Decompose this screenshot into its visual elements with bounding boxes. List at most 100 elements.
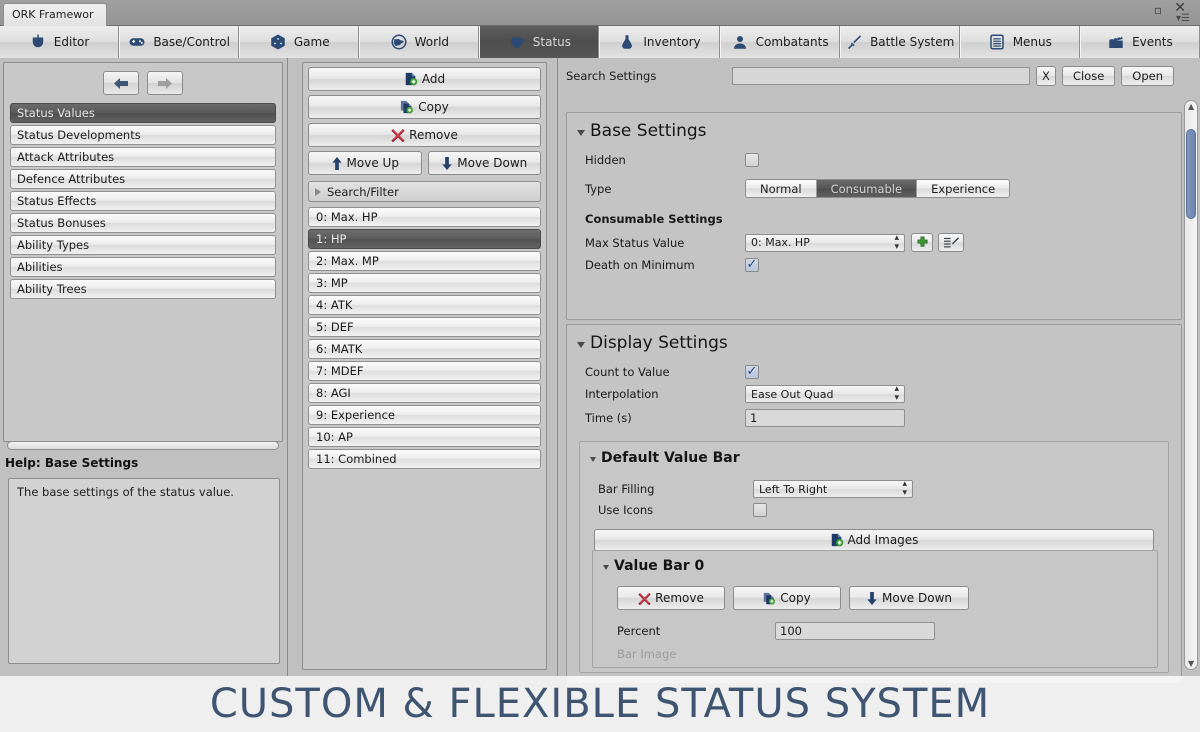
type-option-experience[interactable]: Experience [917, 180, 1010, 197]
triangle-down-icon[interactable] [577, 129, 585, 136]
list-item-label: 10: AP [316, 430, 353, 444]
count-to-value-checkbox[interactable]: ✓ [745, 365, 759, 379]
back-button[interactable] [103, 71, 139, 95]
bar-filling-selected: Left To Right [759, 482, 828, 496]
list-item[interactable]: 0: Max. HP [308, 207, 541, 227]
tab-inventory[interactable]: Inventory [599, 26, 720, 58]
interpolation-dropdown[interactable]: Ease Out Quad ▴ ▾ [745, 385, 905, 403]
open-button[interactable]: Open [1121, 66, 1174, 86]
remove-x-icon [391, 129, 405, 142]
sidebar-item-label: Defence Attributes [17, 172, 126, 186]
tab-battle-system[interactable]: Battle System [839, 26, 960, 58]
sidebar-item-status-developments[interactable]: Status Developments [10, 125, 276, 145]
list-item[interactable]: 7: MDEF [308, 361, 541, 381]
use-icons-label: Use Icons [598, 503, 654, 517]
time-input[interactable]: 1 [745, 409, 905, 427]
list-item-label: 8: AGI [316, 386, 351, 400]
type-label: Type [585, 181, 612, 196]
chevron-updown-icon: ▴ ▾ [894, 384, 899, 403]
add-button[interactable]: Add [308, 67, 541, 91]
remove-button[interactable]: Remove [308, 123, 541, 147]
tab-status[interactable]: Status [479, 26, 600, 58]
tab-events[interactable]: Events [1079, 26, 1200, 58]
tab-base-control[interactable]: Base/Control [119, 26, 240, 58]
list-item[interactable]: 6: MATK [308, 339, 541, 359]
window-menu-icon[interactable]: ▾☰ [1176, 13, 1190, 24]
right-scrollbar[interactable]: ▲ ▼ [1184, 100, 1198, 670]
list-item[interactable]: 10: AP [308, 427, 541, 447]
display-settings-title-row[interactable]: Display Settings [577, 333, 1181, 353]
value-bar-copy-button[interactable]: Copy [733, 586, 841, 610]
search-filter-toggle[interactable]: Search/Filter [308, 181, 541, 202]
default-value-bar-section: Default Value Bar Bar Filling Left To Ri… [579, 441, 1169, 673]
hidden-checkbox[interactable] [745, 153, 759, 167]
list-item[interactable]: 9: Experience [308, 405, 541, 425]
flask-icon [622, 35, 633, 49]
sidebar-item-status-effects[interactable]: Status Effects [10, 191, 276, 211]
list-item[interactable]: 1: HP [308, 229, 541, 249]
clapperboard-icon [1109, 35, 1123, 48]
tab-world[interactable]: World [359, 26, 480, 58]
add-status-value-button[interactable] [911, 233, 933, 252]
max-status-value-dropdown[interactable]: 0: Max. HP ▴ ▾ [745, 233, 905, 252]
tab-game[interactable]: Game [239, 26, 360, 58]
sidebar-item-defence-attributes[interactable]: Defence Attributes [10, 169, 276, 189]
window-tab-ork-framework[interactable]: ORK Framewor [3, 3, 107, 26]
scroll-down-icon[interactable]: ▼ [1188, 659, 1194, 668]
arrow-up-icon [331, 156, 342, 170]
sidebar-item-ability-types[interactable]: Ability Types [10, 235, 276, 255]
tab-menus[interactable]: Menus [959, 26, 1080, 58]
status-values-list-panel: Add Copy Remove Move Up Move Down Search… [302, 62, 547, 670]
type-option-consumable[interactable]: Consumable [816, 180, 918, 197]
copy-button[interactable]: Copy [308, 95, 541, 119]
sidebar-item-attack-attributes[interactable]: Attack Attributes [10, 147, 276, 167]
use-icons-checkbox[interactable] [753, 503, 767, 517]
move-up-button[interactable]: Move Up [308, 151, 422, 175]
forward-button[interactable] [147, 71, 183, 95]
move-down-button[interactable]: Move Down [427, 151, 541, 175]
tab-editor[interactable]: Editor [0, 26, 120, 58]
triangle-down-icon[interactable] [603, 565, 609, 570]
value-bar-remove-button[interactable]: Remove [617, 586, 725, 610]
tab-combatants[interactable]: Combatants [719, 26, 840, 58]
search-settings-input[interactable] [732, 67, 1030, 85]
scrollbar-thumb[interactable] [1186, 129, 1196, 219]
base-settings-title-row[interactable]: Base Settings [577, 121, 1181, 141]
sidebar-item-status-values[interactable]: Status Values [10, 103, 276, 123]
value-bar-0-title: Value Bar 0 [614, 558, 705, 574]
list-item[interactable]: 8: AGI [308, 383, 541, 403]
close-button[interactable]: Close [1061, 66, 1116, 86]
list-item[interactable]: 4: ATK [308, 295, 541, 315]
sidebar-item-label: Attack Attributes [17, 150, 115, 164]
hidden-row: Hidden [585, 153, 1181, 167]
sidebar-item-status-bonuses[interactable]: Status Bonuses [10, 213, 276, 233]
type-option-normal[interactable]: Normal [746, 180, 817, 197]
base-settings-title: Base Settings [590, 121, 707, 141]
edit-status-value-button[interactable] [938, 233, 964, 252]
sidebar-item-abilities[interactable]: Abilities [10, 257, 276, 277]
percent-input[interactable]: 100 [775, 622, 935, 640]
death-on-minimum-checkbox[interactable]: ✓ [745, 258, 759, 272]
bar-filling-dropdown[interactable]: Left To Right ▴ ▾ [753, 480, 913, 498]
chevron-updown-icon: ▴ ▾ [902, 479, 907, 498]
search-clear-button[interactable]: X [1035, 66, 1056, 86]
list-item[interactable]: 11: Combined [308, 449, 541, 469]
default-value-bar-title-row[interactable]: Default Value Bar [590, 450, 1168, 466]
add-images-button[interactable]: Add Images [594, 529, 1154, 551]
list-item[interactable]: 2: Max. MP [308, 251, 541, 271]
sidebar-item-label: Ability Trees [17, 282, 87, 296]
list-item-label: 2: Max. MP [316, 254, 379, 268]
minimize-icon[interactable]: ▫ [1154, 3, 1162, 17]
arrow-right-icon [158, 77, 172, 89]
list-item[interactable]: 3: MP [308, 273, 541, 293]
scroll-up-icon[interactable]: ▲ [1188, 102, 1194, 111]
value-bar-0-title-row[interactable]: Value Bar 0 [603, 558, 1157, 574]
sidebar-item-label: Status Values [17, 106, 95, 120]
move-buttons-row: Move Up Move Down [308, 151, 541, 175]
triangle-down-icon[interactable] [590, 457, 596, 462]
list-item[interactable]: 5: DEF [308, 317, 541, 337]
sidebar-splitter[interactable] [3, 438, 283, 450]
triangle-down-icon[interactable] [577, 341, 585, 348]
value-bar-move-down-button[interactable]: Move Down [849, 586, 969, 610]
sidebar-item-ability-trees[interactable]: Ability Trees [10, 279, 276, 299]
